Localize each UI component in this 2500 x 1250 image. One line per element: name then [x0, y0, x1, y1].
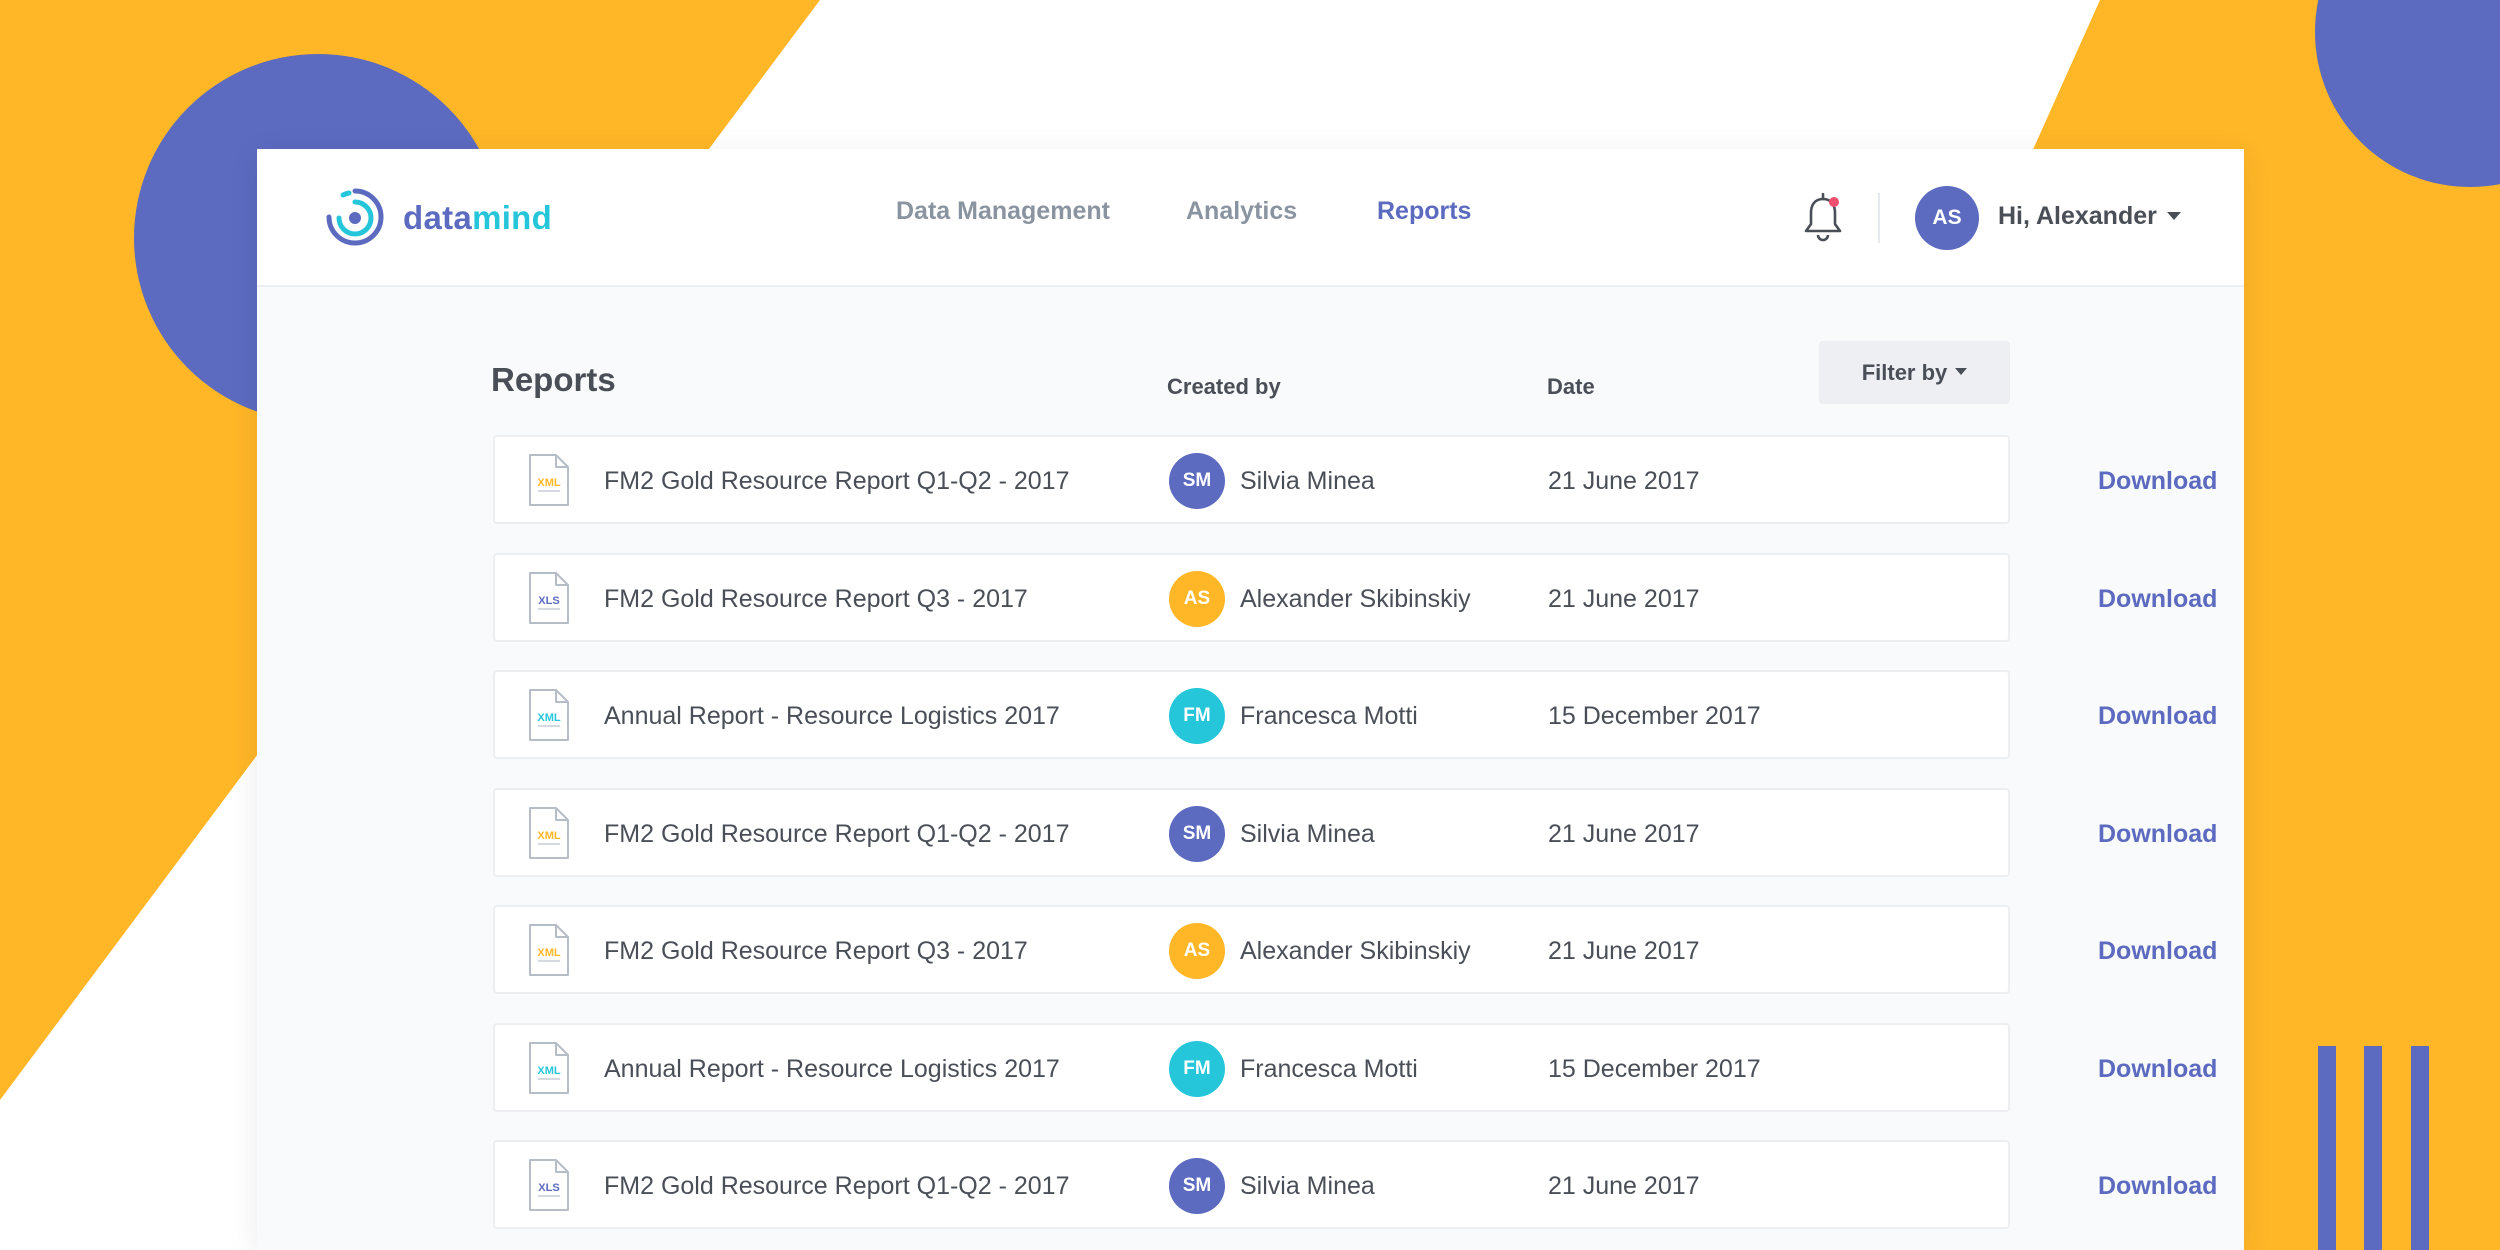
- logo-wordmark-part2: mind: [472, 199, 553, 236]
- author-name: Alexander Skibinskiy: [1240, 937, 1471, 965]
- logo-wordmark: datamind: [403, 199, 552, 237]
- user-greeting: Hi, Alexander: [1998, 202, 2157, 230]
- app-window: datamind Data Management Analytics Repor…: [257, 149, 2244, 1250]
- download-link[interactable]: Download: [2098, 1172, 2217, 1201]
- nav-reports[interactable]: Reports: [1377, 197, 1471, 226]
- report-row[interactable]: XML FM2 Gold Resource Report Q1-Q2 - 2017…: [493, 435, 2217, 524]
- download-link[interactable]: Download: [2098, 1055, 2217, 1084]
- file-type-label: XLS: [538, 1182, 559, 1194]
- file-icon: XML: [529, 454, 569, 506]
- file-type-label: XML: [537, 830, 561, 842]
- file-icon: XML: [529, 689, 569, 741]
- top-navigation-bar: datamind Data Management Analytics Repor…: [257, 149, 2244, 287]
- report-date: 21 June 2017: [1548, 1172, 1700, 1200]
- author-avatar: SM: [1169, 806, 1225, 862]
- author-avatar: FM: [1169, 688, 1225, 744]
- file-icon: XML: [529, 1042, 569, 1094]
- header-divider: [1878, 193, 1880, 243]
- report-title[interactable]: Annual Report - Resource Logistics 2017: [604, 1055, 1060, 1084]
- file-icon: XML: [529, 924, 569, 976]
- logo-icon: [326, 188, 384, 246]
- report-title[interactable]: FM2 Gold Resource Report Q3 - 2017: [604, 585, 1028, 614]
- file-icon: XML: [529, 807, 569, 859]
- datamind-logo[interactable]: datamind: [323, 187, 552, 249]
- download-link[interactable]: Download: [2098, 937, 2217, 966]
- author-name: Alexander Skibinskiy: [1240, 585, 1471, 613]
- author-avatar: SM: [1169, 1158, 1225, 1214]
- filter-by-button[interactable]: Filter by: [1819, 341, 2010, 404]
- author-name: Silvia Minea: [1240, 1172, 1375, 1200]
- report-row[interactable]: XLS FM2 Gold Resource Report Q3 - 2017 AS A…: [493, 553, 2217, 642]
- download-link[interactable]: Download: [2098, 585, 2217, 614]
- file-type-label: XML: [537, 712, 561, 724]
- report-row[interactable]: XML FM2 Gold Resource Report Q1-Q2 - 2017…: [493, 788, 2217, 877]
- report-row[interactable]: XLS FM2 Gold Resource Report Q1-Q2 - 2017…: [493, 1140, 2217, 1229]
- report-title[interactable]: Annual Report - Resource Logistics 2017: [604, 702, 1060, 731]
- download-link[interactable]: Download: [2098, 820, 2217, 849]
- author-avatar: AS: [1169, 923, 1225, 979]
- report-date: 15 December 2017: [1548, 702, 1761, 730]
- author-avatar: AS: [1169, 571, 1225, 627]
- author-avatar: SM: [1169, 453, 1225, 509]
- nav-analytics[interactable]: Analytics: [1186, 197, 1297, 226]
- author-name: Silvia Minea: [1240, 467, 1375, 495]
- download-link[interactable]: Download: [2098, 467, 2217, 496]
- column-header-created-by: Created by: [1167, 374, 1281, 399]
- logo-wordmark-part1: data: [403, 199, 473, 236]
- author-name: Francesca Motti: [1240, 1055, 1418, 1083]
- report-date: 21 June 2017: [1548, 937, 1700, 965]
- user-avatar[interactable]: AS: [1915, 186, 1979, 250]
- chevron-down-icon: [2166, 211, 2181, 220]
- report-row[interactable]: XML FM2 Gold Resource Report Q3 - 2017 AS A…: [493, 905, 2217, 994]
- author-name: Silvia Minea: [1240, 820, 1375, 848]
- download-link[interactable]: Download: [2098, 702, 2217, 731]
- report-date: 21 June 2017: [1548, 467, 1700, 495]
- report-date: 21 June 2017: [1548, 585, 1700, 613]
- column-header-date: Date: [1547, 374, 1595, 399]
- bell-icon: [1804, 192, 1842, 242]
- file-icon: XLS: [529, 1159, 569, 1211]
- file-type-label: XML: [537, 947, 561, 959]
- report-row[interactable]: XML Annual Report - Resource Logistics 20…: [493, 1023, 2217, 1112]
- author-avatar: FM: [1169, 1041, 1225, 1097]
- report-date: 15 December 2017: [1548, 1055, 1761, 1083]
- report-title[interactable]: FM2 Gold Resource Report Q1-Q2 - 2017: [604, 820, 1069, 849]
- report-title[interactable]: FM2 Gold Resource Report Q1-Q2 - 2017: [604, 1172, 1069, 1201]
- notifications-button[interactable]: [1803, 192, 1843, 243]
- chevron-down-icon: [1955, 367, 1968, 375]
- author-name: Francesca Motti: [1240, 702, 1418, 730]
- report-row[interactable]: XML Annual Report - Resource Logistics 20…: [493, 670, 2217, 759]
- filter-by-label: Filter by: [1861, 359, 1948, 385]
- user-menu[interactable]: Hi, Alexander: [1998, 202, 2181, 231]
- report-title[interactable]: FM2 Gold Resource Report Q3 - 2017: [604, 937, 1028, 966]
- file-type-label: XML: [537, 1065, 561, 1077]
- page-title: Reports: [491, 361, 616, 398]
- file-icon: XLS: [529, 572, 569, 624]
- report-title[interactable]: FM2 Gold Resource Report Q1-Q2 - 2017: [604, 467, 1069, 496]
- report-date: 21 June 2017: [1548, 820, 1700, 848]
- file-type-label: XML: [537, 477, 561, 489]
- nav-data-management[interactable]: Data Management: [896, 197, 1110, 226]
- file-type-label: XLS: [538, 595, 559, 607]
